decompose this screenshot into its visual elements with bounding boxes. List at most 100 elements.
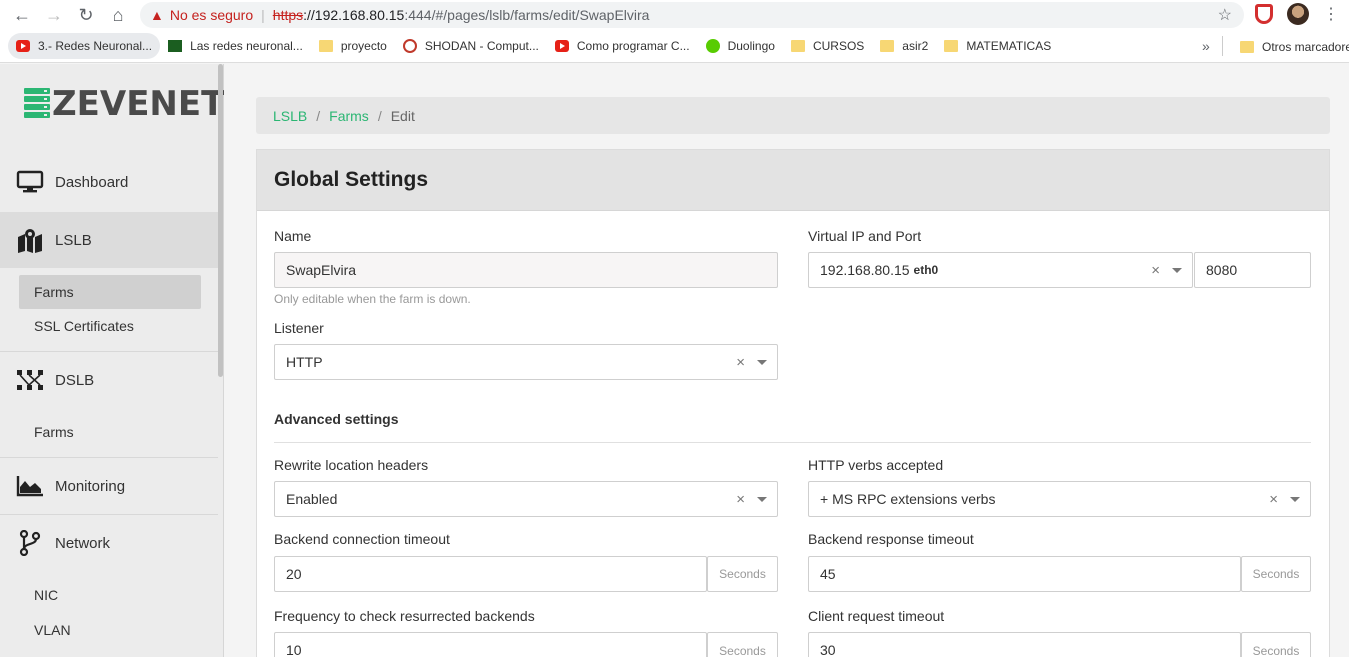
home-icon[interactable]: ⌂ xyxy=(102,0,134,30)
breadcrumb-separator: / xyxy=(377,107,382,124)
git-branch-icon xyxy=(16,529,44,557)
vip-value: 192.168.80.15 xyxy=(820,262,910,278)
advanced-settings-heading: Advanced settings xyxy=(274,411,399,427)
url-scheme: https xyxy=(272,7,304,23)
forward-icon[interactable]: → xyxy=(38,0,70,30)
folder-icon xyxy=(880,40,895,52)
url-path: :444/#/pages/lslb/farms/edit/SwapElvira xyxy=(404,7,650,23)
rewrite-location-select[interactable]: Enabled × xyxy=(274,481,778,517)
seconds-addon: Seconds xyxy=(707,632,778,657)
profile-avatar[interactable] xyxy=(1287,3,1309,25)
sidebar-item-dashboard[interactable]: Dashboard xyxy=(0,154,218,210)
back-icon[interactable]: ← xyxy=(6,0,38,30)
sidebar-subitem-dslb-farms[interactable]: Farms xyxy=(19,415,201,449)
youtube-icon xyxy=(16,40,30,52)
browser-menu-icon[interactable]: ⋮ xyxy=(1323,4,1339,24)
folder-icon xyxy=(944,40,959,52)
vip-select[interactable]: 192.168.80.15 eth0 × xyxy=(808,252,1193,288)
backend-connection-timeout-input[interactable]: 20 xyxy=(274,556,707,592)
sidebar-item-label: Network xyxy=(55,534,111,552)
sidebar-subitem-nic[interactable]: NIC xyxy=(19,578,201,612)
sidebar-item-network[interactable]: Network xyxy=(0,515,218,571)
seconds-addon: Seconds xyxy=(1241,632,1311,657)
name-help-text: Only editable when the farm is down. xyxy=(274,292,471,306)
bookmarks-bar: 3.- Redes Neuronal... Las redes neuronal… xyxy=(0,30,1349,63)
bookmark-item[interactable]: proyecto xyxy=(311,33,395,59)
breadcrumb: LSLB / Farms / Edit xyxy=(256,97,1330,134)
clear-icon[interactable]: × xyxy=(736,491,745,508)
listener-label: Listener xyxy=(274,320,324,336)
sidebar-item-monitoring[interactable]: Monitoring xyxy=(0,458,218,514)
youtube-icon xyxy=(554,40,569,52)
breadcrumb-separator: / xyxy=(316,107,321,124)
listener-select[interactable]: HTTP × xyxy=(274,344,778,380)
chevron-down-icon xyxy=(757,360,767,365)
brave-shield-icon[interactable] xyxy=(1255,4,1273,24)
bookmark-item[interactable]: CURSOS xyxy=(783,33,872,59)
sidebar-scrollbar[interactable] xyxy=(218,64,223,377)
http-verbs-select[interactable]: + MS RPC extensions verbs × xyxy=(808,481,1311,517)
name-field[interactable]: SwapElvira xyxy=(274,252,778,288)
sidebar-item-label: Dashboard xyxy=(55,173,129,191)
url-host: ://192.168.80.15 xyxy=(303,7,405,23)
clear-icon[interactable]: × xyxy=(1269,491,1278,508)
http-verbs-value: + MS RPC extensions verbs xyxy=(820,491,996,507)
sidebar-subitem-vlan[interactable]: VLAN xyxy=(19,613,201,647)
bookmark-item[interactable]: asir2 xyxy=(872,33,936,59)
omnibox-separator: | xyxy=(261,7,265,23)
backend-response-timeout-input[interactable]: 45 xyxy=(808,556,1241,592)
port-input[interactable]: 8080 xyxy=(1194,252,1311,288)
bookmark-label: Otros marcadores xyxy=(1262,39,1349,54)
bookmark-item[interactable]: MATEMATICAS xyxy=(936,33,1059,59)
rewrite-location-label: Rewrite location headers xyxy=(274,457,429,473)
breadcrumb-lslb[interactable]: LSLB xyxy=(273,108,307,124)
breadcrumb-current: Edit xyxy=(390,107,415,124)
section-divider xyxy=(274,442,1311,443)
bookmark-item[interactable]: Como programar C... xyxy=(547,33,698,59)
bookmark-item[interactable]: 3.- Redes Neuronal... xyxy=(8,33,161,59)
monitor-icon xyxy=(16,168,44,196)
bookmark-item[interactable]: Las redes neuronal... xyxy=(160,33,311,59)
sidebar-subitem-ssl-certificates[interactable]: SSL Certificates xyxy=(19,309,201,343)
bookmark-star-icon[interactable]: ☆ xyxy=(1218,5,1232,25)
bookmark-label: CURSOS xyxy=(812,39,865,53)
clear-icon[interactable]: × xyxy=(1151,262,1160,279)
global-settings-card: Global Settings Name SwapElvira Only edi… xyxy=(256,149,1330,657)
logo-text: ZEVENET xyxy=(52,84,225,124)
bookmarks-divider xyxy=(1222,36,1223,56)
bookmark-item[interactable]: Duolingo xyxy=(698,33,783,59)
bookmark-label: 3.- Redes Neuronal... xyxy=(38,39,153,53)
other-bookmarks[interactable]: Otros marcadores xyxy=(1232,30,1349,63)
page-title: Global Settings xyxy=(274,168,429,191)
network-nodes-icon xyxy=(16,366,44,394)
breadcrumb-farms[interactable]: Farms xyxy=(329,108,369,124)
clear-icon[interactable]: × xyxy=(736,354,745,371)
vip-label: Virtual IP and Port xyxy=(808,228,922,244)
folder-icon xyxy=(318,40,333,52)
more-bookmarks-icon[interactable]: » xyxy=(1202,38,1210,54)
sidebar-item-lslb[interactable]: LSLB xyxy=(0,212,218,268)
reload-icon[interactable]: ↻ xyxy=(70,0,102,30)
sidebar-subitem-lslb-farms[interactable]: Farms xyxy=(19,275,201,309)
listener-value: HTTP xyxy=(286,354,323,370)
bookmark-label: SHODAN - Comput... xyxy=(424,39,539,53)
sidebar-item-label: LSLB xyxy=(55,231,92,249)
chevron-down-icon xyxy=(757,497,767,502)
client-request-timeout-label: Client request timeout xyxy=(808,608,945,624)
map-marker-icon xyxy=(16,226,44,254)
resurrect-frequency-input[interactable]: 10 xyxy=(274,632,707,657)
address-bar[interactable]: ▲ No es seguro | https ://192.168.80.15 … xyxy=(140,2,1244,28)
folder-icon xyxy=(790,40,805,52)
zevenet-logo[interactable]: ZEVENET xyxy=(24,86,224,122)
bookmark-item[interactable]: SHODAN - Comput... xyxy=(395,33,547,59)
backend-response-timeout-label: Backend response timeout xyxy=(808,531,974,547)
client-request-timeout-input[interactable]: 30 xyxy=(808,632,1241,657)
bookmark-label: proyecto xyxy=(340,39,387,53)
seconds-addon: Seconds xyxy=(1241,556,1311,592)
bookmark-label: Como programar C... xyxy=(576,39,690,53)
sidebar-item-dslb[interactable]: DSLB xyxy=(0,352,218,408)
shodan-icon xyxy=(402,39,417,53)
duolingo-icon xyxy=(705,39,720,53)
chevron-down-icon xyxy=(1172,268,1182,273)
warning-icon: ▲ xyxy=(150,7,164,23)
